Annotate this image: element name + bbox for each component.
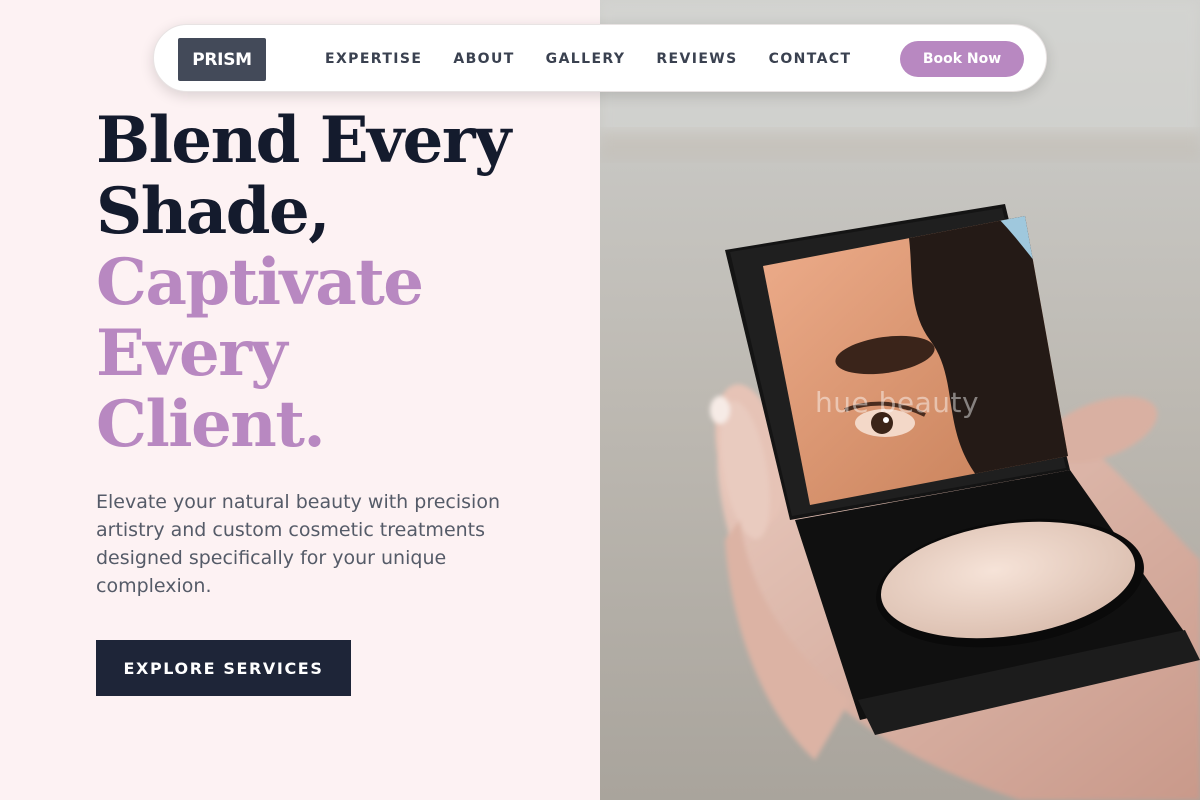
nav-link-contact[interactable]: CONTACT [769, 51, 852, 67]
hero-headline: Blend Every Shade, Captivate Every Clien… [96, 103, 511, 462]
headline-line: Blend Every [96, 103, 511, 178]
hero-description: Elevate your natural beauty with precisi… [96, 491, 500, 597]
headline-accent-line: Client. [96, 387, 326, 462]
nav-link-about[interactable]: ABOUT [453, 51, 514, 67]
hero-image: hue beauty [600, 0, 1200, 800]
nav-link-reviews[interactable]: REVIEWS [656, 51, 737, 67]
image-watermark: hue beauty [815, 386, 980, 419]
headline-accent-line: Every [96, 316, 288, 391]
navbar: PRISM EXPERTISE ABOUT GALLERY REVIEWS CO… [153, 24, 1047, 92]
headline-accent-line: Captivate [96, 245, 424, 320]
headline-line: Shade, [96, 174, 330, 249]
book-now-button[interactable]: Book Now [900, 41, 1024, 77]
nav-link-expertise[interactable]: EXPERTISE [325, 51, 422, 67]
nav-link-gallery[interactable]: GALLERY [546, 51, 626, 67]
explore-services-button[interactable]: EXPLORE SERVICES [96, 640, 351, 696]
brand-logo[interactable]: PRISM [178, 38, 266, 81]
nav-links: EXPERTISE ABOUT GALLERY REVIEWS CONTACT [325, 25, 882, 93]
